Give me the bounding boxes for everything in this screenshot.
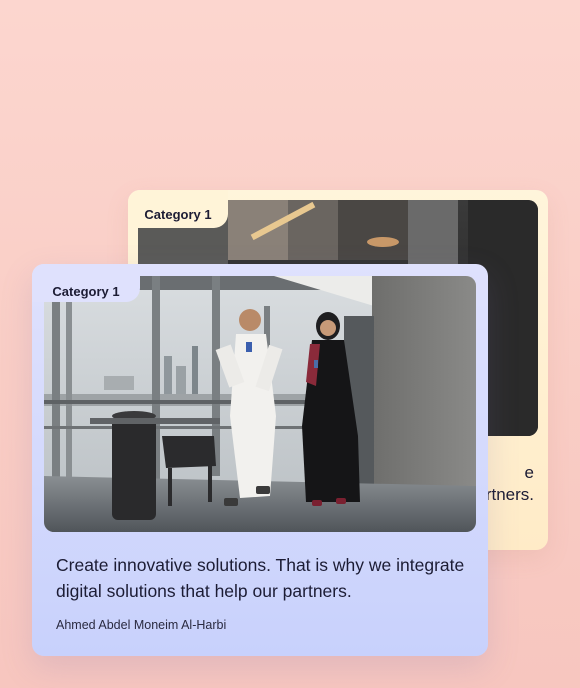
- office-photo-front: [44, 276, 476, 532]
- category-tag: Category 1: [32, 264, 140, 302]
- testimonial-author: Ahmed Abdel Moneim Al-Harbi: [56, 618, 227, 632]
- testimonial-card-front[interactable]: Category 1 Create innovative solutions. …: [32, 264, 488, 656]
- category-tag: Category 1: [128, 190, 228, 228]
- back-quote-fragment-2: rtners.: [485, 485, 534, 504]
- testimonial-quote: Create innovative solutions. That is why…: [56, 555, 465, 601]
